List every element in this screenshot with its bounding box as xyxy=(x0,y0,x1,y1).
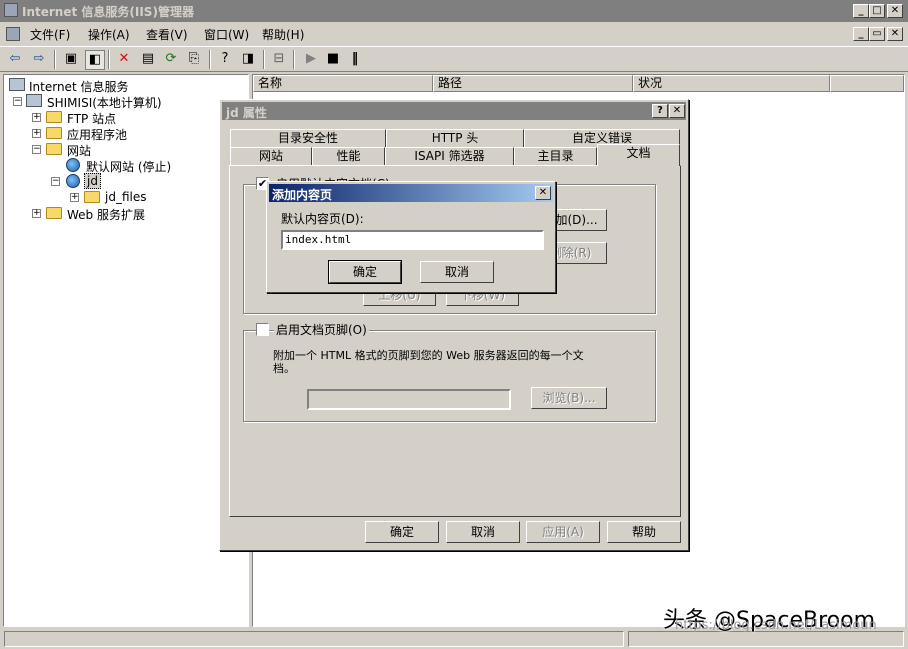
tree-pane: Internet 信息服务 − SHIMISI(本地计算机) + FTP 站点 … xyxy=(3,74,249,627)
properties-dialog: jd 属性 ? ✕ 目录安全性 HTTP 头 自定义错误 网站 性能 ISAPI… xyxy=(219,99,689,551)
add-dialog-title: 添加内容页 xyxy=(272,188,333,202)
menu-help[interactable]: 帮助(H) xyxy=(262,26,304,43)
add-dialog-close-button[interactable]: ✕ xyxy=(535,186,551,200)
expand-icon[interactable]: + xyxy=(32,129,41,138)
toolbar-separator xyxy=(263,50,265,69)
forward-icon[interactable]: ⇨ xyxy=(30,50,48,68)
tab-documents[interactable]: 文档 xyxy=(597,144,680,166)
column-path[interactable]: 路径 xyxy=(433,75,633,92)
add-dialog-cancel-button[interactable]: 取消 xyxy=(420,261,494,283)
properties-close-button[interactable]: ✕ xyxy=(669,104,685,118)
browse-button[interactable]: 浏览(B)... xyxy=(531,387,607,409)
tab-http-headers[interactable]: HTTP 头 xyxy=(386,129,524,147)
child-restore-button[interactable]: ▭ xyxy=(869,27,885,41)
footer-description-line1: 附加一个 HTML 格式的页脚到您的 Web 服务器返回的每一个文 xyxy=(273,349,584,362)
folder-icon xyxy=(46,127,62,139)
child-close-button[interactable]: ✕ xyxy=(887,27,903,41)
export-list-icon[interactable]: ⎘ xyxy=(185,50,203,68)
menu-file[interactable]: 文件(F) xyxy=(30,26,70,43)
window-title: Internet 信息服务(IIS)管理器 xyxy=(22,5,194,19)
website-globe-icon xyxy=(66,174,80,188)
iis-root-icon xyxy=(9,78,25,91)
show-action-pane-icon[interactable]: ◨ xyxy=(239,50,257,68)
child-minimize-button[interactable]: _ xyxy=(853,27,869,41)
minimize-button[interactable]: _ xyxy=(853,4,869,18)
watermark-url: https://blog.csdn.net/Lasimoun xyxy=(675,618,877,633)
back-icon[interactable]: ⇦ xyxy=(6,50,24,68)
toolbar-separator xyxy=(54,50,56,69)
refresh-icon[interactable]: ⟳ xyxy=(162,50,180,68)
help-icon[interactable]: ? xyxy=(216,50,234,68)
menu-view[interactable]: 查看(V) xyxy=(146,26,188,43)
tree-computer[interactable]: SHIMISI(本地计算机) xyxy=(47,94,162,111)
status-cell-main xyxy=(4,631,624,647)
default-content-input[interactable]: index.html xyxy=(281,230,544,250)
tree-jd-files[interactable]: jd_files xyxy=(105,190,146,204)
pause-icon[interactable]: ‖ xyxy=(346,50,364,68)
close-button[interactable]: ✕ xyxy=(887,4,903,18)
tree-root[interactable]: Internet 信息服务 xyxy=(29,78,128,95)
menu-bar: 文件(F) 操作(A) 查看(V) 窗口(W) 帮助(H) _ ▭ ✕ xyxy=(0,22,908,46)
toolbar: ⇦ ⇨ ▣ ◧ ✕ ▤ ⟳ ⎘ ? ◨ ⊟ ▶ ■ ‖ xyxy=(0,46,908,72)
toolbar-separator xyxy=(209,50,211,69)
tab-website[interactable]: 网站 xyxy=(230,147,312,165)
toolbar-separator xyxy=(108,50,110,69)
column-status[interactable]: 状况 xyxy=(633,75,830,92)
expand-icon[interactable]: + xyxy=(32,209,41,218)
enable-footer-checkbox[interactable] xyxy=(256,323,269,336)
iis-app-icon xyxy=(4,3,18,17)
toolbar-separator xyxy=(293,50,295,69)
computer-icon[interactable]: ⊟ xyxy=(270,50,288,68)
footer-description-line2: 档。 xyxy=(273,362,295,375)
start-icon[interactable]: ▶ xyxy=(302,50,320,68)
footer-path-field[interactable] xyxy=(307,389,511,410)
tab-performance[interactable]: 性能 xyxy=(312,147,385,165)
default-content-label: 默认内容页(D): xyxy=(281,212,364,226)
column-empty xyxy=(830,75,904,92)
folder-icon xyxy=(46,143,62,155)
add-dialog-ok-button[interactable]: 确定 xyxy=(328,260,402,284)
folder-icon xyxy=(84,191,100,203)
add-content-page-dialog: 添加内容页 ✕ 默认内容页(D): index.html 确定 取消 xyxy=(266,181,556,293)
properties-help-button[interactable]: ? xyxy=(652,104,668,118)
folder-icon xyxy=(46,111,62,123)
folder-icon xyxy=(46,207,62,219)
mmc-doc-icon xyxy=(6,27,20,41)
maximize-button[interactable]: □ xyxy=(869,4,885,18)
add-dialog-title-bar: 添加内容页 ✕ xyxy=(269,184,553,202)
enable-footer-label: 启用文档页脚(O) xyxy=(274,321,369,338)
properties-help-bottom-button[interactable]: 帮助 xyxy=(607,521,681,543)
tree-ftp[interactable]: FTP 站点 xyxy=(67,110,116,127)
column-name[interactable]: 名称 xyxy=(253,75,433,92)
show-tree-icon[interactable]: ◧ xyxy=(85,50,105,70)
properties-icon[interactable]: ▤ xyxy=(139,50,157,68)
collapse-icon[interactable]: − xyxy=(13,97,22,106)
expand-icon[interactable]: + xyxy=(32,113,41,122)
properties-ok-button[interactable]: 确定 xyxy=(365,521,439,543)
tree-web-ext[interactable]: Web 服务扩展 xyxy=(67,206,145,223)
tree-apppools[interactable]: 应用程序池 xyxy=(67,126,127,143)
tab-isapi-filters[interactable]: ISAPI 筛选器 xyxy=(385,147,514,165)
website-globe-icon xyxy=(66,158,80,172)
collapse-icon[interactable]: − xyxy=(32,145,41,154)
computer-node-icon xyxy=(26,94,42,107)
tree-jd[interactable]: jd xyxy=(84,173,101,189)
delete-icon[interactable]: ✕ xyxy=(115,50,133,68)
properties-apply-button[interactable]: 应用(A) xyxy=(526,521,600,543)
tab-home-directory[interactable]: 主目录 xyxy=(514,147,597,165)
menu-action[interactable]: 操作(A) xyxy=(88,26,130,43)
properties-title: jd 属性 xyxy=(226,106,267,120)
tree-websites[interactable]: 网站 xyxy=(67,142,91,159)
main-title-bar: Internet 信息服务(IIS)管理器 _ □ ✕ xyxy=(0,0,908,22)
properties-cancel-button[interactable]: 取消 xyxy=(446,521,520,543)
tab-directory-security[interactable]: 目录安全性 xyxy=(230,129,386,147)
collapse-icon[interactable]: − xyxy=(51,177,60,186)
up-folder-icon[interactable]: ▣ xyxy=(62,50,80,68)
expand-icon[interactable]: + xyxy=(70,193,79,202)
properties-title-bar: jd 属性 ? ✕ xyxy=(222,102,686,120)
menu-window[interactable]: 窗口(W) xyxy=(204,26,249,43)
stop-icon[interactable]: ■ xyxy=(324,50,342,68)
